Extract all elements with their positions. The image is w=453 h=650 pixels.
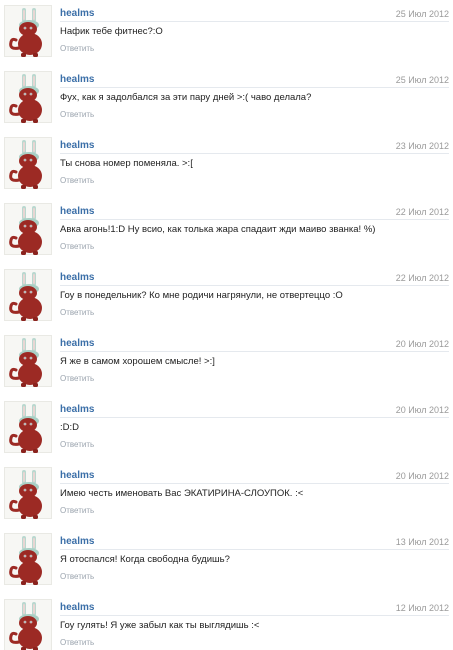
reply-link[interactable]: Ответить [60, 374, 94, 384]
message-item: healms 22 Июл 2012 Гоу в понедельник? Ко… [0, 266, 453, 328]
message-item: healms 25 Июл 2012 Фух, как я задолбался… [0, 68, 453, 130]
message-item: healms 20 Июл 2012 :D:D Ответить [0, 398, 453, 460]
message-date: 22 Июл 2012 [395, 207, 449, 217]
author-link[interactable]: healms [60, 272, 94, 284]
message-text: Я отоспался! Когда свободна будишь? [60, 554, 230, 565]
message-header: healms 23 Июл 2012 [60, 140, 449, 154]
avatar[interactable] [4, 599, 52, 650]
message-date: 25 Июл 2012 [395, 9, 449, 19]
avatar[interactable] [4, 401, 52, 453]
message-item: healms 22 Июл 2012 Авка агонь!1:D Ну вси… [0, 200, 453, 262]
red-cat-with-bunny-ears-icon [9, 8, 42, 57]
author-link[interactable]: healms [60, 536, 94, 548]
author-link[interactable]: healms [60, 8, 94, 20]
reply-link[interactable]: Ответить [60, 44, 94, 54]
red-cat-with-bunny-ears-icon [9, 602, 42, 650]
message-item: healms 12 Июл 2012 Гоу гулять! Я уже заб… [0, 596, 453, 650]
message-text: Имею честь именовать Вас ЭКАТИРИНА-СЛОУП… [60, 488, 304, 499]
message-text: Гоу гулять! Я уже забыл как ты выглядишь… [60, 620, 260, 631]
avatar[interactable] [4, 335, 52, 387]
message-header: healms 22 Июл 2012 [60, 206, 449, 220]
avatar[interactable] [4, 533, 52, 585]
message-text: Фух, как я задолбался за эти пару дней >… [60, 92, 312, 103]
reply-link[interactable]: Ответить [60, 440, 94, 450]
red-cat-with-bunny-ears-icon [9, 338, 42, 387]
author-link[interactable]: healms [60, 404, 94, 416]
message-date: 20 Июл 2012 [395, 405, 449, 415]
message-item: healms 23 Июл 2012 Ты снова номер поменя… [0, 134, 453, 196]
red-cat-with-bunny-ears-icon [9, 404, 42, 453]
avatar[interactable] [4, 71, 52, 123]
author-link[interactable]: healms [60, 74, 94, 86]
reply-link[interactable]: Ответить [60, 308, 94, 318]
message-header: healms 25 Июл 2012 [60, 74, 449, 88]
message-date: 12 Июл 2012 [395, 603, 449, 613]
message-header: healms 22 Июл 2012 [60, 272, 449, 286]
red-cat-with-bunny-ears-icon [9, 272, 42, 321]
avatar[interactable] [4, 5, 52, 57]
author-link[interactable]: healms [60, 140, 94, 152]
message-date: 13 Июл 2012 [395, 537, 449, 547]
reply-link[interactable]: Ответить [60, 506, 94, 516]
message-header: healms 12 Июл 2012 [60, 602, 449, 616]
red-cat-with-bunny-ears-icon [9, 470, 42, 519]
avatar[interactable] [4, 467, 52, 519]
reply-link[interactable]: Ответить [60, 638, 94, 648]
message-date: 23 Июл 2012 [395, 141, 449, 151]
message-item: healms 13 Июл 2012 Я отоспался! Когда св… [0, 530, 453, 592]
message-text: :D:D [60, 422, 79, 433]
reply-link[interactable]: Ответить [60, 242, 94, 252]
reply-link[interactable]: Ответить [60, 572, 94, 582]
message-item: healms 25 Июл 2012 Нафик тебе фитнес?:О … [0, 2, 453, 64]
message-item: healms 20 Июл 2012 Имею честь именовать … [0, 464, 453, 526]
author-link[interactable]: healms [60, 602, 94, 614]
red-cat-with-bunny-ears-icon [9, 206, 42, 255]
message-text: Ты снова номер поменяла. >:[ [60, 158, 193, 169]
reply-link[interactable]: Ответить [60, 176, 94, 186]
message-header: healms 20 Июл 2012 [60, 338, 449, 352]
message-date: 20 Июл 2012 [395, 471, 449, 481]
message-item: healms 20 Июл 2012 Я же в самом хорошем … [0, 332, 453, 394]
reply-link[interactable]: Ответить [60, 110, 94, 120]
wall-feed: healms 25 Июл 2012 Нафик тебе фитнес?:О … [0, 0, 453, 650]
red-cat-with-bunny-ears-icon [9, 74, 42, 123]
red-cat-with-bunny-ears-icon [9, 140, 42, 189]
avatar[interactable] [4, 203, 52, 255]
avatar[interactable] [4, 137, 52, 189]
avatar[interactable] [4, 269, 52, 321]
red-cat-with-bunny-ears-icon [9, 536, 42, 585]
author-link[interactable]: healms [60, 338, 94, 350]
message-text: Нафик тебе фитнес?:О [60, 26, 163, 37]
message-header: healms 25 Июл 2012 [60, 8, 449, 22]
message-header: healms 13 Июл 2012 [60, 536, 449, 550]
message-text: Авка агонь!1:D Ну всио, как толька жара … [60, 224, 376, 235]
message-date: 25 Июл 2012 [395, 75, 449, 85]
author-link[interactable]: healms [60, 470, 94, 482]
message-text: Я же в самом хорошем смысле! >:] [60, 356, 215, 367]
message-date: 22 Июл 2012 [395, 273, 449, 283]
message-date: 20 Июл 2012 [395, 339, 449, 349]
message-header: healms 20 Июл 2012 [60, 404, 449, 418]
message-text: Гоу в понедельник? Ко мне родичи нагряну… [60, 290, 343, 301]
author-link[interactable]: healms [60, 206, 94, 218]
message-header: healms 20 Июл 2012 [60, 470, 449, 484]
